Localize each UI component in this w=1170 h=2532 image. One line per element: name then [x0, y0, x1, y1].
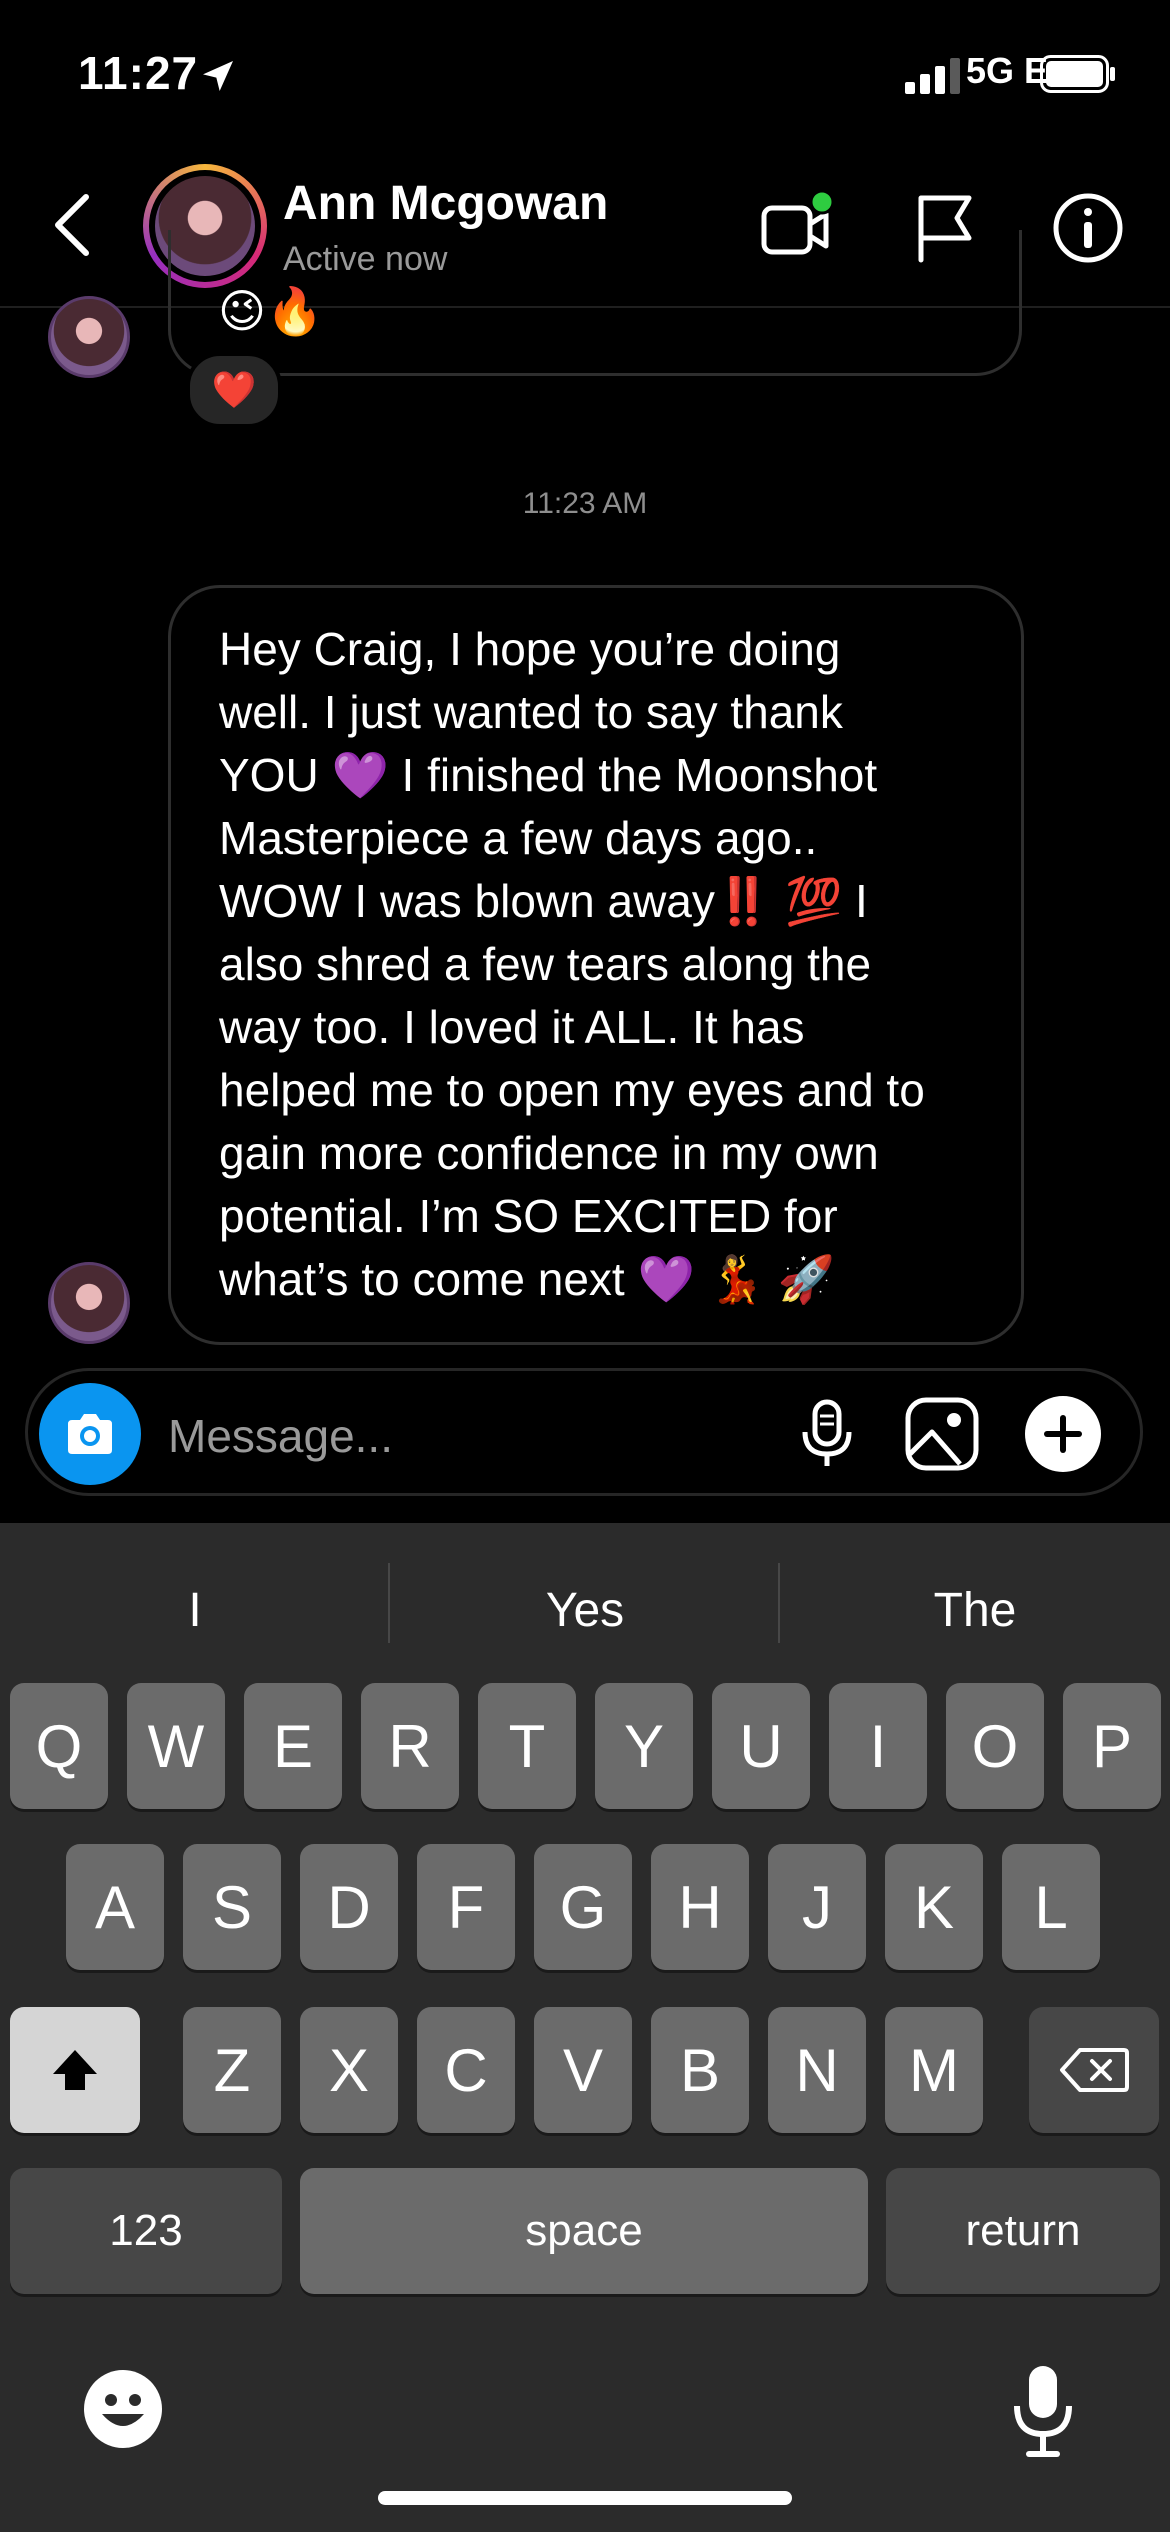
delete-key[interactable] [1029, 2007, 1159, 2133]
key-x[interactable]: X [300, 2007, 398, 2133]
key-g[interactable]: G [534, 1844, 632, 1970]
contact-name[interactable]: Ann Mcgowan [283, 176, 608, 231]
back-button[interactable] [44, 185, 104, 265]
key-p[interactable]: P [1063, 1683, 1161, 1809]
key-j[interactable]: J [768, 1844, 866, 1970]
key-o[interactable]: O [946, 1683, 1044, 1809]
key-l[interactable]: L [1002, 1844, 1100, 1970]
keyboard: I Yes The Q W E R T Y U I O P A S D F G … [0, 1523, 1170, 2532]
key-v[interactable]: V [534, 2007, 632, 2133]
sender-avatar[interactable] [48, 1262, 130, 1344]
reaction-badge[interactable]: ❤️ [186, 352, 282, 428]
info-icon[interactable] [1048, 188, 1128, 268]
plus-button[interactable] [1025, 1396, 1101, 1472]
key-f[interactable]: F [417, 1844, 515, 1970]
emoji-icon[interactable] [82, 2368, 164, 2450]
previous-message-emojis: 😉🔥 [218, 285, 324, 337]
message-text: Hey Craig, I hope you’re doing well. I j… [219, 623, 925, 1305]
status-time: 11:27 [78, 47, 199, 99]
key-r[interactable]: R [361, 1683, 459, 1809]
key-z[interactable]: Z [183, 2007, 281, 2133]
home-indicator[interactable] [378, 2491, 792, 2505]
space-key[interactable]: space [300, 2168, 868, 2294]
network-label: 5G E [966, 50, 1049, 91]
key-s[interactable]: S [183, 1844, 281, 1970]
key-k[interactable]: K [885, 1844, 983, 1970]
shift-icon [53, 2050, 97, 2090]
message-timestamp: 11:23 AM [522, 487, 648, 520]
key-m[interactable]: M [885, 2007, 983, 2133]
signal-icon [905, 58, 960, 94]
key-q[interactable]: Q [10, 1683, 108, 1809]
location-arrow-icon [203, 61, 233, 91]
suggestion[interactable]: The [780, 1583, 1170, 1638]
key-n[interactable]: N [768, 2007, 866, 2133]
key-a[interactable]: A [66, 1844, 164, 1970]
numbers-key[interactable]: 123 [10, 2168, 282, 2294]
microphone-icon[interactable] [787, 1394, 867, 1474]
suggestion[interactable]: I [0, 1583, 390, 1638]
battery-icon [1040, 55, 1115, 93]
backspace-icon [1060, 2048, 1129, 2092]
return-key[interactable]: return [886, 2168, 1160, 2294]
sender-avatar[interactable] [48, 296, 130, 378]
plus-icon [1044, 1415, 1082, 1453]
key-d[interactable]: D [300, 1844, 398, 1970]
message-bubble[interactable]: Hey Craig, I hope you’re doing well. I j… [168, 585, 1024, 1345]
message-input[interactable] [166, 1395, 770, 1477]
key-c[interactable]: C [417, 2007, 515, 2133]
camera-button[interactable] [39, 1383, 141, 1485]
key-i[interactable]: I [829, 1683, 927, 1809]
image-icon[interactable] [902, 1394, 982, 1474]
key-y[interactable]: Y [595, 1683, 693, 1809]
key-e[interactable]: E [244, 1683, 342, 1809]
microphone-icon[interactable] [1003, 2360, 1083, 2460]
key-w[interactable]: W [127, 1683, 225, 1809]
key-u[interactable]: U [712, 1683, 810, 1809]
suggestion[interactable]: Yes [390, 1583, 780, 1638]
camera-icon [68, 1414, 112, 1454]
key-t[interactable]: T [478, 1683, 576, 1809]
key-b[interactable]: B [651, 2007, 749, 2133]
shift-key[interactable] [10, 2007, 140, 2133]
key-h[interactable]: H [651, 1844, 749, 1970]
